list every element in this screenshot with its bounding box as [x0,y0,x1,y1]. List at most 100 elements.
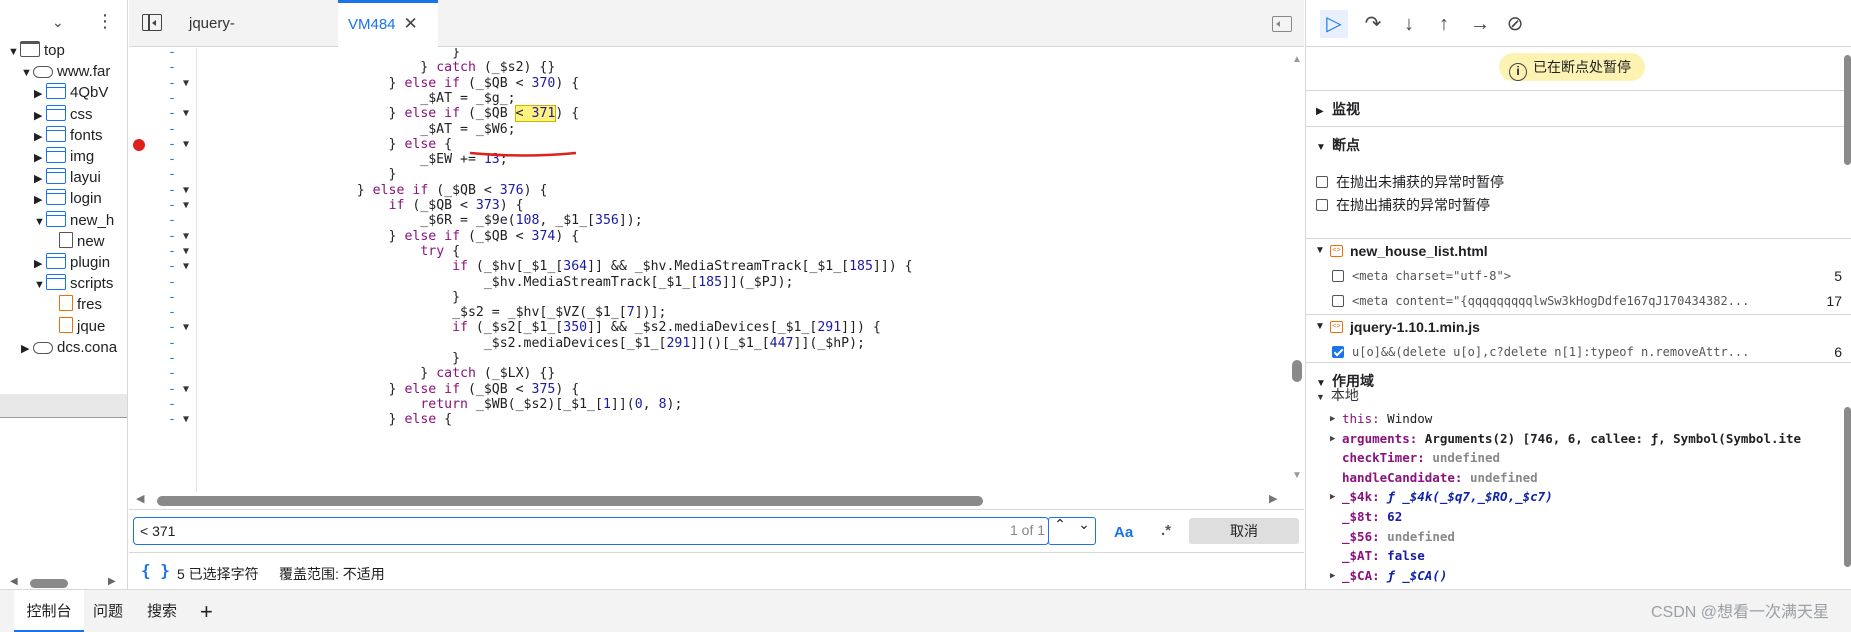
line-gutter-marker[interactable]: - [168,411,178,429]
pretty-print-button[interactable]: { } [141,561,170,580]
search-input[interactable] [140,521,740,541]
scope-variable-value: undefined [1432,450,1501,466]
scrollbar-thumb[interactable] [1844,55,1851,165]
scope-variable[interactable]: checkTimer: undefined [1306,449,1851,467]
scope-variable[interactable]: _$AT: false [1306,547,1851,565]
expand-right-icon[interactable]: ▶ [1330,567,1335,585]
tab-issues[interactable]: 问题 [93,590,123,632]
match-case-button[interactable]: Aa [1114,524,1133,541]
scope-variable-value: ƒ _$4k(_$q7,_$RO,_$c7) [1387,489,1553,505]
code-text: } else { [198,412,453,428]
step-out-icon[interactable]: ↑ [1430,10,1458,38]
fold-chevron-icon[interactable]: ▼ [183,411,189,429]
tree-item-label: www.far [57,63,111,81]
scope-local-header[interactable]: ▼ 本地 [1316,385,1359,405]
breakpoint-checkbox[interactable] [1332,270,1344,282]
step-over-icon[interactable]: ↷ [1359,10,1387,38]
expand-down-icon[interactable]: ▼ [34,273,46,298]
scope-variable[interactable]: ▶ _$CA: ƒ _$CA() [1306,567,1851,585]
pause-caught-checkbox[interactable]: 在抛出捕获的异常时暂停 [1316,195,1490,215]
chevron-down-icon[interactable]: ⌄ [52,14,64,31]
tab-console[interactable]: 控制台 [14,590,84,632]
scope-variable[interactable]: ▶ arguments: Arguments(2) [746, 6, callee… [1306,430,1851,448]
scope-variable[interactable]: handleCandidate: undefined [1306,469,1851,487]
breakpoint-item[interactable]: <meta charset="utf-8"> 5 [1306,264,1851,288]
breakpoint-file[interactable]: ▼ <> new_house_list.html [1306,238,1851,262]
folder-icon [46,168,66,185]
deactivate-breakpoints-icon[interactable]: ⊘ [1501,10,1529,38]
code-vertical-scrollbar[interactable]: ▲ ▼ [1292,48,1304,492]
search-box: 1 of 1 [133,517,1049,545]
scroll-up-icon[interactable]: ▲ [1292,54,1302,65]
editor-tab-bar: jquery-1.10.1.min.js VM484 ✕ [129,0,1304,79]
expand-right-icon[interactable]: ▶ [1330,430,1335,448]
breakpoint-file[interactable]: ▼ <> jquery-1.10.1.min.js [1306,314,1851,338]
scroll-right-icon[interactable]: ▶ [108,576,116,587]
code-line[interactable]: - ▼ } else { [129,411,1294,429]
checkbox-icon[interactable] [1316,176,1328,188]
expand-right-icon[interactable]: ▶ [1330,488,1335,506]
scroll-down-icon[interactable]: ▼ [1292,470,1302,481]
scope-local-label: 本地 [1330,387,1359,403]
tab-search[interactable]: 搜索 [147,590,177,632]
red-annotation-underline [469,151,577,157]
cancel-button[interactable]: 取消 [1189,518,1299,544]
scope-variable[interactable]: ▶ _$4k: ƒ _$4k(_$q7,_$RO,_$c7) [1306,488,1851,506]
toggle-navigator-icon[interactable] [142,14,162,31]
expand-right-icon[interactable]: ▶ [1330,410,1335,428]
close-icon[interactable]: ✕ [404,14,418,33]
tree-item-label: top [44,42,65,59]
breakpoint-file-name: new_house_list.html [1350,243,1488,259]
scope-variable[interactable]: _$56: undefined [1306,528,1851,546]
breakpoint-checkbox[interactable] [1332,346,1344,358]
tab-vm484[interactable]: VM484 ✕ [338,0,438,47]
watermark-text: CSDN @想看一次满天星 [1650,604,1829,621]
section-watch[interactable]: ▶ 监视 [1306,90,1851,126]
search-prev-button[interactable]: ⌃ [1049,513,1071,535]
expand-down-icon[interactable]: ▼ [1315,315,1325,339]
breakpoint-checkbox[interactable] [1332,295,1344,307]
code-editor[interactable]: - } - } catch (_$s2) {} - ▼ } else if (_$QB… [129,48,1294,492]
tree-item[interactable]: ▶ dcs.cona [21,335,117,360]
regex-button[interactable]: .* [1161,522,1171,539]
scope-variable[interactable]: ▶ this: Window [1306,410,1851,428]
expand-down-icon[interactable]: ▼ [34,210,46,235]
more-menu-icon[interactable]: ⋮ [96,12,114,30]
resume-icon[interactable]: ▷ [1320,10,1348,38]
section-breakpoints[interactable]: ▼ 断点 [1306,126,1851,162]
breakpoint-marker[interactable] [133,139,145,151]
step-into-icon[interactable]: ↓ [1395,10,1423,38]
scrollbar-thumb[interactable] [30,579,68,588]
tree-item-label: new [77,232,105,250]
tab-jquery[interactable]: jquery-1.10.1.min.js [179,0,329,79]
step-icon[interactable]: → [1466,10,1494,38]
section-scope[interactable]: ▼ 作用域 [1306,362,1851,398]
expand-right-icon[interactable]: ▶ [21,337,33,362]
code-horizontal-scrollbar[interactable]: ◀ ▶ [129,492,1294,508]
tree-item-label: fres [77,296,103,314]
expand-down-icon[interactable]: ▼ [8,40,20,65]
search-next-button[interactable]: ⌄ [1073,513,1095,535]
scope-variable[interactable]: _$8t: 62 [1306,508,1851,526]
scrollbar-thumb[interactable] [1844,407,1851,567]
scroll-right-icon[interactable]: ▶ [1269,492,1277,505]
file-icon [59,231,73,248]
breakpoint-item[interactable]: u[o]&&(delete u[o],c?delete n[1]:typeof … [1306,340,1851,364]
breakpoint-item[interactable]: <meta content="{qqqqqqqqqlwSw3kHogDdfe16… [1306,289,1851,313]
scroll-left-icon[interactable]: ◀ [10,576,18,587]
debugger-vertical-scrollbar[interactable] [1843,47,1851,589]
pause-uncaught-checkbox[interactable]: 在抛出未捕获的异常时暂停 [1316,172,1504,192]
scroll-left-icon[interactable]: ◀ [136,492,144,505]
expand-down-icon[interactable]: ▼ [21,61,33,86]
toggle-debugger-icon[interactable] [1272,16,1292,32]
scrollbar-thumb[interactable] [1292,360,1302,382]
breakpoint-code: <meta charset="utf-8"> [1352,269,1511,283]
section-label: 监视 [1332,101,1360,117]
tree-horizontal-scrollbar[interactable]: ◀ ▶ [0,576,127,589]
scrollbar-thumb[interactable] [157,496,983,506]
checkbox-icon[interactable] [1316,199,1328,211]
add-tab-icon[interactable]: + [200,590,213,632]
expand-down-icon: ▼ [1316,392,1325,402]
scope-variable-value: false [1387,548,1425,564]
expand-down-icon[interactable]: ▼ [1315,239,1325,263]
